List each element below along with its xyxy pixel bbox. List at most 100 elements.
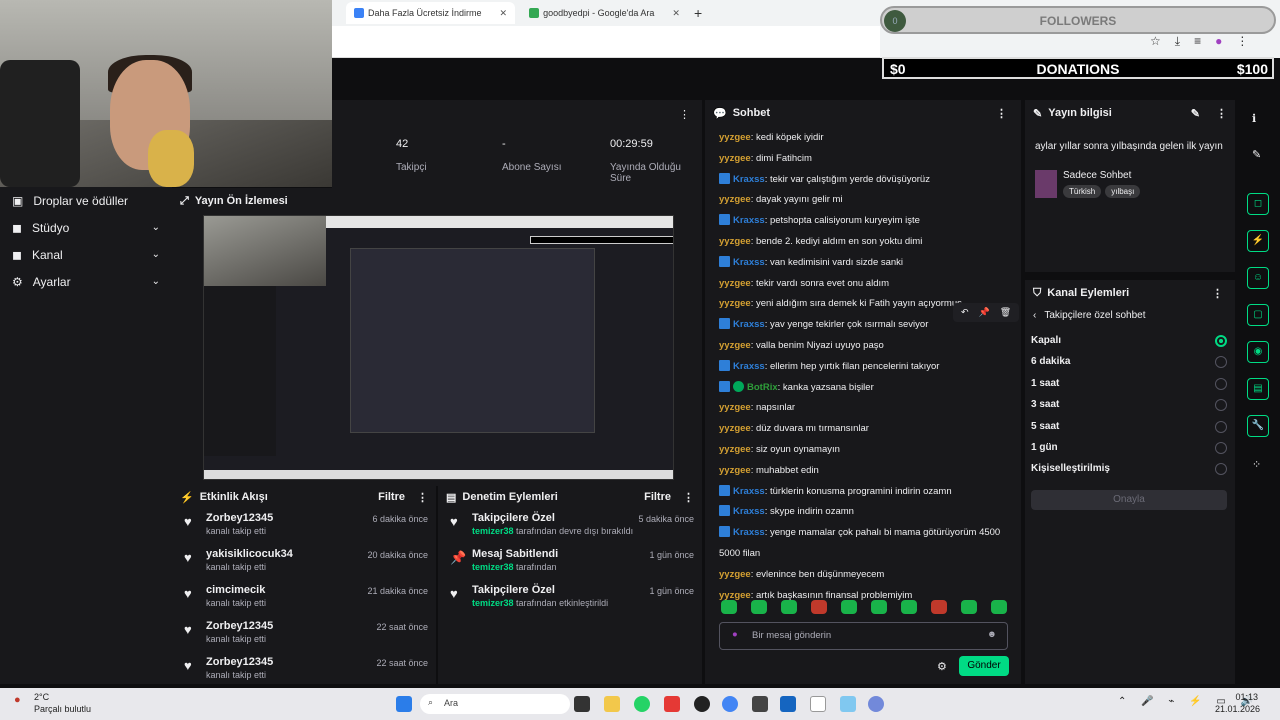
emote-icon[interactable]: [991, 600, 1007, 614]
more-icon[interactable]: ⋮: [1212, 287, 1223, 300]
duration-option[interactable]: 3 saat: [1025, 394, 1235, 415]
chat-username[interactable]: yyzgee: [719, 194, 751, 205]
chat-username[interactable]: yyzgee: [719, 298, 751, 309]
chrome-icon[interactable]: [722, 696, 738, 712]
star-icon[interactable]: ☆: [1150, 34, 1161, 49]
emote-icon[interactable]: [781, 600, 797, 614]
more-icon[interactable]: ⋮: [417, 491, 428, 504]
pencil-icon[interactable]: ✎: [1252, 148, 1261, 161]
emote-icon[interactable]: [751, 600, 767, 614]
radio-button[interactable]: [1215, 377, 1227, 390]
sidebar-item-drops[interactable]: ▣ Droplar ve ödüller: [0, 187, 172, 214]
youtube-icon[interactable]: [664, 696, 680, 712]
chat-username[interactable]: yyzgee: [719, 278, 751, 289]
sidebar-item-channel[interactable]: ◼ Kanal ⌄: [0, 241, 172, 268]
chat-username[interactable]: yyzgee: [719, 340, 751, 351]
wrench-icon[interactable]: 🔧: [1247, 415, 1269, 437]
discord-icon[interactable]: [868, 696, 884, 712]
chat-username[interactable]: yyzgee: [719, 153, 751, 164]
address-bar[interactable]: [332, 26, 880, 58]
chat-username[interactable]: yyzgee: [719, 465, 751, 476]
emote-icon[interactable]: [931, 600, 947, 614]
chat-message[interactable]: 5000 filan: [719, 544, 1009, 565]
duration-option[interactable]: 1 gün: [1025, 437, 1235, 458]
undo-icon[interactable]: ↶: [961, 307, 969, 318]
store-icon[interactable]: [780, 696, 796, 712]
duration-option[interactable]: 6 dakika: [1025, 351, 1235, 372]
chat-message[interactable]: Kraxss: van kedimisini vardı sizde sanki: [719, 253, 1009, 274]
new-tab-icon[interactable]: +: [694, 5, 702, 21]
chat-message[interactable]: yyzgee: tekir vardı sonra evet onu aldım: [719, 274, 1009, 295]
list-icon[interactable]: ≡: [1194, 34, 1201, 49]
edit-icon[interactable]: ✎: [1191, 107, 1200, 120]
chat-username[interactable]: Kraxss: [733, 527, 765, 538]
radio-button[interactable]: [1215, 356, 1227, 369]
filter-button[interactable]: Filtre: [378, 491, 405, 503]
close-icon[interactable]: ✕: [500, 8, 508, 19]
taskbar-search[interactable]: ⌕ Ara: [420, 694, 570, 714]
chat-username[interactable]: yyzgee: [719, 444, 751, 455]
emote-icon[interactable]: [961, 600, 977, 614]
close-icon[interactable]: ✕: [672, 8, 680, 19]
chat-message[interactable]: yyzgee: dayak yayını gelir mi: [719, 190, 1009, 211]
sidebar-item-studio[interactable]: ◼ Stüdyo ⌄: [0, 214, 172, 241]
chat-username[interactable]: Kraxss: [733, 319, 765, 330]
duration-option[interactable]: Kapalı: [1025, 330, 1235, 351]
emote-icon[interactable]: [901, 600, 917, 614]
chat-username[interactable]: yyzgee: [719, 236, 751, 247]
layout-icon[interactable]: ▤: [1247, 378, 1269, 400]
filter-button[interactable]: Filtre: [644, 491, 671, 503]
duration-option[interactable]: 5 saat: [1025, 416, 1235, 437]
expand-icon[interactable]: ⤢: [180, 195, 189, 208]
sidebar-item-settings[interactable]: ⚙ Ayarlar ⌄: [0, 268, 172, 295]
emote-only-icon[interactable]: ☺: [1247, 267, 1269, 289]
info-icon[interactable]: ℹ: [1252, 112, 1256, 125]
radio-button[interactable]: [1215, 441, 1227, 454]
duration-option[interactable]: 1 saat: [1025, 373, 1235, 394]
more-icon[interactable]: ⋮: [679, 108, 690, 121]
radio-button[interactable]: [1215, 420, 1227, 433]
settings-app-icon[interactable]: [840, 696, 856, 712]
browser-tab[interactable]: goodbyedpi - Google'da Ara ✕: [521, 2, 688, 24]
chat-username[interactable]: Kraxss: [733, 257, 765, 268]
windows-start-icon[interactable]: [396, 696, 412, 712]
duration-option[interactable]: Kişiselleştirilmiş: [1025, 458, 1235, 479]
radio-button[interactable]: [1215, 335, 1227, 347]
browser-tab[interactable]: Daha Fazla Ücretsiz İndirme ✕: [346, 2, 516, 24]
chat-message[interactable]: Kraxss: türklerin konusma programini ind…: [719, 482, 1009, 503]
chat-message[interactable]: yyzgee: kedi köpek iyidir: [719, 128, 1009, 149]
send-button[interactable]: Gönder: [959, 656, 1009, 676]
emote-icon[interactable]: [811, 600, 827, 614]
radio-button[interactable]: [1215, 463, 1227, 476]
chat-username[interactable]: yyzgee: [719, 132, 751, 143]
chat-message[interactable]: Kraxss: skype indirin ozamn: [719, 502, 1009, 523]
chat-message[interactable]: BotRix: kanka yazsana bişiler: [719, 378, 1009, 399]
chat-username[interactable]: yyzgee: [719, 569, 751, 580]
menu-icon[interactable]: ⋮: [1236, 34, 1248, 49]
chat-message[interactable]: Kraxss: ellerim hep yırtık filan pencele…: [719, 357, 1009, 378]
obs-icon[interactable]: [694, 696, 710, 712]
radio-button[interactable]: [1215, 399, 1227, 412]
task-view-icon[interactable]: [574, 696, 590, 712]
gear-icon[interactable]: ⚙: [937, 660, 947, 673]
more-icon[interactable]: ⋮: [1216, 107, 1227, 120]
emoji-icon[interactable]: ☻: [987, 629, 997, 640]
chat-username[interactable]: Kraxss: [733, 215, 765, 226]
chat-message[interactable]: Kraxss: tekir var çalıştığım yerde dövüş…: [719, 170, 1009, 191]
chat-username[interactable]: Kraxss: [733, 506, 765, 517]
chat-message[interactable]: Kraxss: yenge mamalar çok pahalı bi mama…: [719, 523, 1009, 544]
more-icon[interactable]: ⋮: [683, 491, 694, 504]
chat-message[interactable]: yyzgee: muhabbet edin: [719, 461, 1009, 482]
chat-username[interactable]: yyzgee: [719, 402, 751, 413]
emote-icon[interactable]: [721, 600, 737, 614]
bolt-icon[interactable]: ⚡: [1247, 230, 1269, 252]
chat-username[interactable]: yyzgee: [719, 423, 751, 434]
broadcast-icon[interactable]: ◉: [1247, 341, 1269, 363]
chat-message[interactable]: yyzgee: düz duvara mı tırmansınlar: [719, 419, 1009, 440]
whatsapp-icon[interactable]: [634, 696, 650, 712]
chat-message[interactable]: yyzgee: valla benim Niyazi uyuyo paşo: [719, 336, 1009, 357]
download-icon[interactable]: ⤓: [1175, 34, 1180, 49]
mod-action-icon[interactable]: ◻: [1247, 193, 1269, 215]
chat-message[interactable]: yyzgee: napsınlar: [719, 398, 1009, 419]
back-button[interactable]: ‹ Takipçilere özel sohbet: [1025, 306, 1235, 330]
